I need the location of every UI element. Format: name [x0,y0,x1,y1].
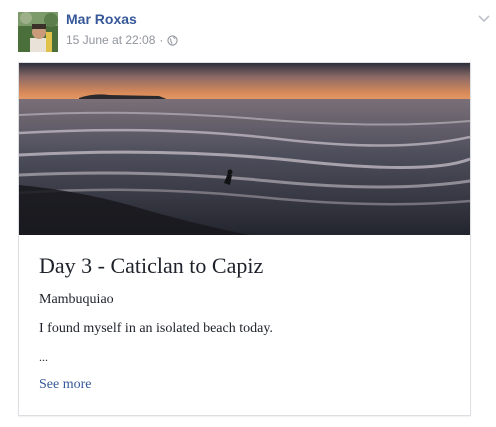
sunset-beach-photo[interactable] [19,63,470,235]
card-text-line: I found myself in an isolated beach toda… [39,321,273,336]
card-ellipsis: ... [39,350,48,364]
post-meta: 15 June at 22:08 · [66,33,179,47]
card-text-line: Mambuquiao [39,292,114,307]
card-title[interactable]: Day 3 - Caticlan to Capiz [39,253,263,279]
see-more-link[interactable]: See more [39,377,91,393]
avatar-photo [18,12,58,52]
link-preview-card[interactable]: Day 3 - Caticlan to Capiz Mambuquiao I f… [18,62,471,416]
chevron-down-icon[interactable] [477,11,491,23]
globe-icon[interactable] [167,34,179,46]
avatar[interactable] [18,12,58,52]
author-name[interactable]: Mar Roxas [66,11,137,27]
meta-separator: · [159,33,164,47]
post-timestamp[interactable]: 15 June at 22:08 [66,33,155,47]
post: Mar Roxas 15 June at 22:08 · Day 3 - Cat… [0,0,496,427]
